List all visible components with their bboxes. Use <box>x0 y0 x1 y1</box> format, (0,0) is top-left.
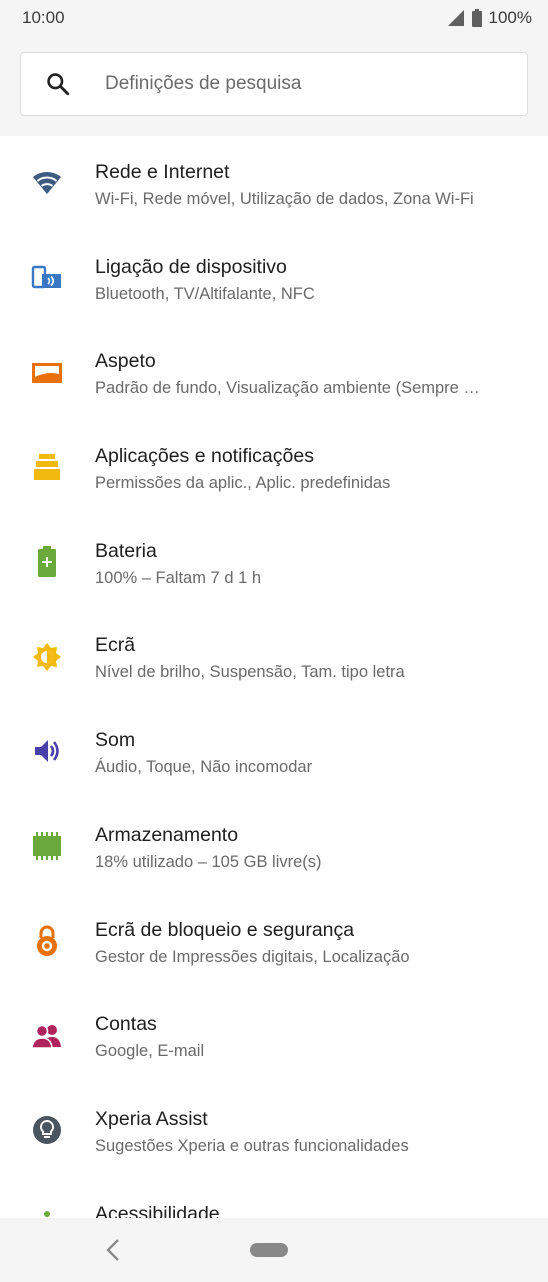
search-bar[interactable] <box>20 52 528 116</box>
search-input[interactable] <box>105 73 485 95</box>
settings-item-subtitle: Bluetooth, TV/Altifalante, NFC <box>95 284 315 303</box>
settings-item-device-connection[interactable]: Ligação de dispositivo Bluetooth, TV/Alt… <box>0 231 548 326</box>
settings-item-title: Contas <box>95 1013 157 1036</box>
settings-item-apps[interactable]: Aplicações e notificações Permissões da … <box>0 420 548 515</box>
settings-item-title: Ecrã de bloqueio e segurança <box>95 918 355 941</box>
wallpaper-icon <box>30 356 64 390</box>
settings-item-display[interactable]: Ecrã Nível de brilho, Suspensão, Tam. ti… <box>0 609 548 704</box>
accessibility-icon <box>30 1208 64 1218</box>
settings-item-title: Bateria <box>95 539 157 562</box>
settings-item-subtitle: 18% utilizado – 105 GB livre(s) <box>95 852 322 871</box>
device-connection-icon <box>30 261 64 295</box>
settings-item-storage[interactable]: Armazenamento 18% utilizado – 105 GB liv… <box>0 799 548 894</box>
battery-icon <box>30 545 64 579</box>
settings-item-title: Xperia Assist <box>95 1107 208 1130</box>
settings-item-title: Ecrã <box>95 634 136 657</box>
settings-item-subtitle: 100% – Faltam 7 d 1 h <box>95 568 262 587</box>
status-time: 10:00 <box>22 8 65 27</box>
settings-item-accessibility[interactable]: Acessibilidade <box>0 1178 548 1218</box>
settings-item-subtitle: Áudio, Toque, Não incomodar <box>95 758 313 777</box>
back-icon[interactable] <box>104 1238 122 1262</box>
settings-item-subtitle: Padrão de fundo, Visualização ambiente (… <box>95 379 480 398</box>
search-icon <box>47 73 70 96</box>
apps-icon <box>30 450 64 484</box>
status-bar: 10:00 100% <box>0 0 548 36</box>
settings-item-title: Aplicações e notificações <box>95 445 314 468</box>
storage-icon <box>30 829 64 863</box>
settings-item-title: Ligação de dispositivo <box>95 255 287 278</box>
signal-icon <box>447 10 464 26</box>
settings-item-xperia-assist[interactable]: Xperia Assist Sugestões Xperia e outras … <box>0 1083 548 1178</box>
settings-item-subtitle: Wi-Fi, Rede móvel, Utilização de dados, … <box>95 190 474 208</box>
settings-item-battery[interactable]: Bateria 100% – Faltam 7 d 1 h <box>0 515 548 610</box>
settings-item-title: Armazenamento <box>95 823 239 846</box>
brightness-icon <box>30 640 64 674</box>
battery-percent: 100% <box>488 8 532 27</box>
settings-item-appearance[interactable]: Aspeto Padrão de fundo, Visualização amb… <box>0 325 548 420</box>
navigation-bar <box>0 1218 548 1282</box>
status-indicators: 100% <box>447 8 532 28</box>
settings-item-accounts[interactable]: Contas Google, E-mail <box>0 988 548 1083</box>
settings-item-subtitle: Gestor de Impressões digitais, Localizaç… <box>95 947 410 966</box>
lock-icon <box>30 924 64 958</box>
settings-item-subtitle: Google, E-mail <box>95 1042 205 1061</box>
settings-item-title: Aspeto <box>95 350 156 373</box>
settings-item-lock-security[interactable]: Ecrã de bloqueio e segurança Gestor de I… <box>0 894 548 989</box>
battery-status-icon <box>471 9 482 27</box>
settings-item-title: Acessibilidade <box>95 1202 220 1218</box>
settings-item-subtitle: Sugestões Xperia e outras funcionalidade… <box>95 1136 409 1155</box>
accounts-icon <box>30 1019 64 1053</box>
settings-item-subtitle: Nível de brilho, Suspensão, Tam. tipo le… <box>95 663 405 682</box>
settings-item-subtitle: Permissões da aplic., Aplic. predefinida… <box>95 474 391 493</box>
settings-item-title: Rede e Internet <box>95 161 230 183</box>
sound-icon <box>30 734 64 768</box>
settings-item-title: Som <box>95 729 136 752</box>
lightbulb-icon <box>30 1113 64 1147</box>
wifi-icon <box>30 166 64 200</box>
home-button[interactable] <box>250 1243 288 1257</box>
settings-list: Rede e Internet Wi-Fi, Rede móvel, Utili… <box>0 136 548 1218</box>
settings-item-sound[interactable]: Som Áudio, Toque, Não incomodar <box>0 704 548 799</box>
settings-item-network[interactable]: Rede e Internet Wi-Fi, Rede móvel, Utili… <box>0 136 548 231</box>
